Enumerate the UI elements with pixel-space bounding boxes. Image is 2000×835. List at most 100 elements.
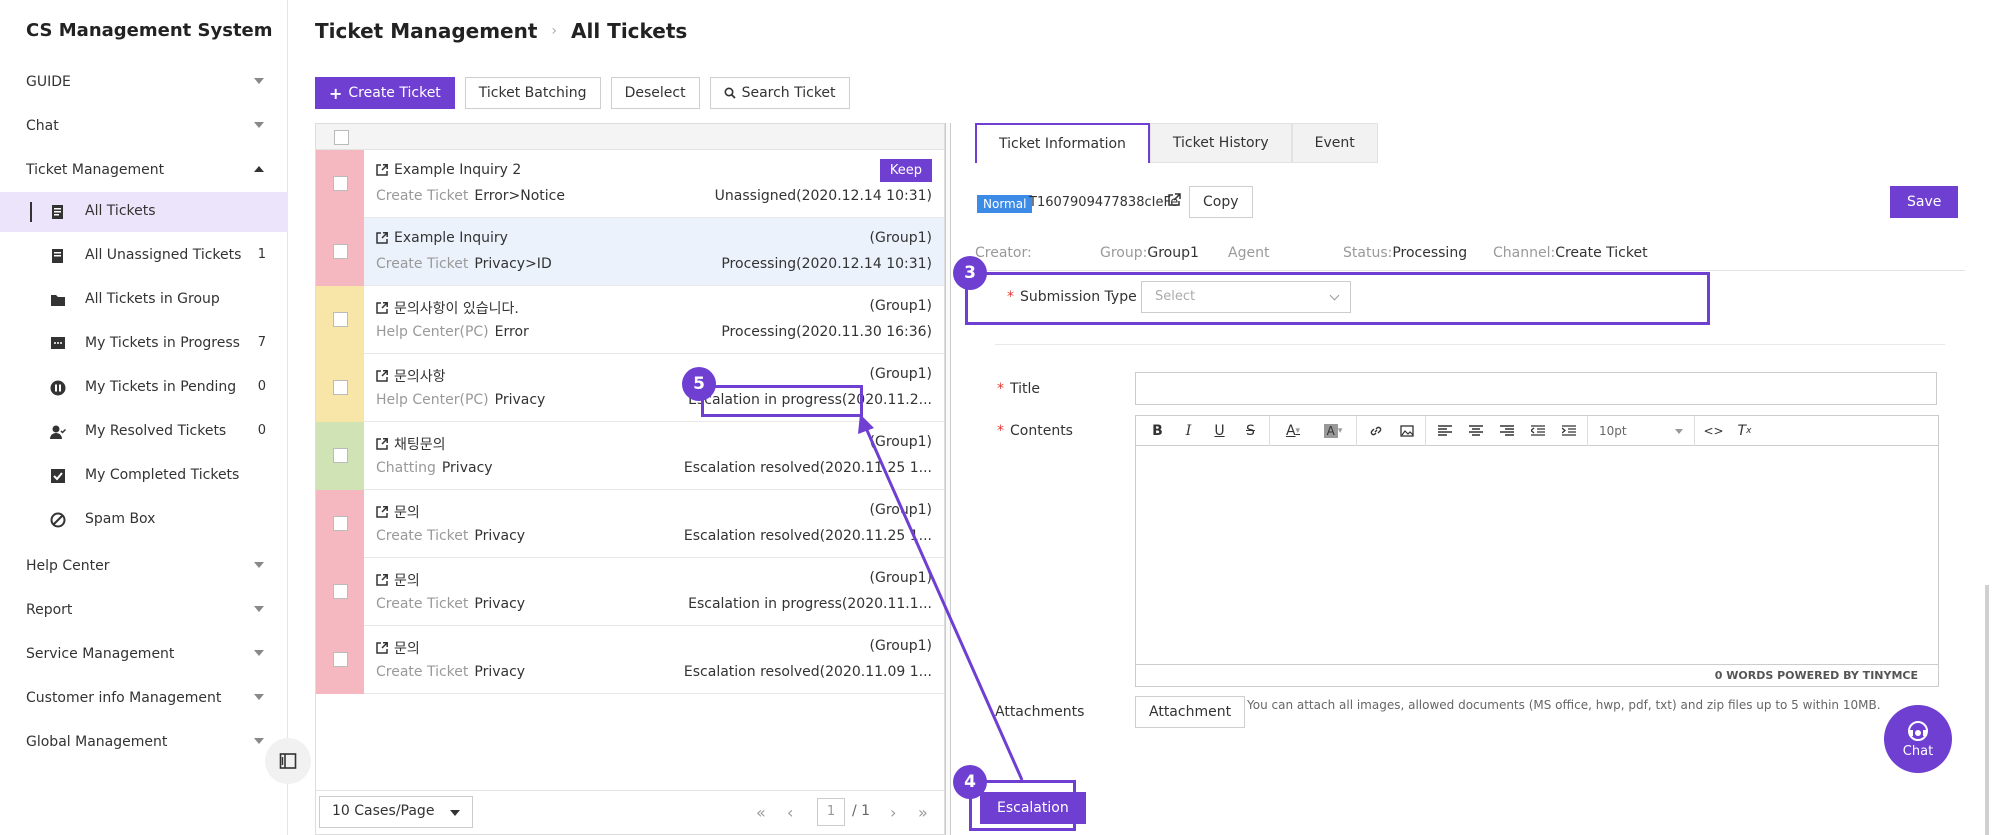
table-row[interactable]: 문의사항이 있습니다. Help Center(PC) Error (Group1… — [316, 286, 944, 354]
ticket-title[interactable]: 문의 — [376, 502, 420, 522]
last-page-icon[interactable]: » — [918, 803, 928, 822]
row-checkbox[interactable] — [333, 516, 348, 531]
panel-splitter[interactable] — [945, 123, 951, 835]
table-row[interactable]: 채팅문의 Chatting Privacy (Group1) Escalation… — [316, 422, 944, 490]
select-all-checkbox[interactable] — [334, 130, 349, 145]
underline-icon[interactable]: U — [1204, 416, 1235, 446]
row-checkbox[interactable] — [333, 652, 348, 667]
italic-icon[interactable]: I — [1173, 416, 1204, 446]
align-left-icon[interactable] — [1429, 416, 1460, 446]
bold-icon[interactable]: B — [1142, 416, 1173, 446]
prev-page-icon[interactable]: ‹ — [787, 803, 793, 822]
link-icon[interactable] — [1360, 416, 1391, 446]
table-row[interactable]: 문의 Create Ticket Privacy (Group1) Escalat… — [316, 558, 944, 626]
sidebar-section-label: Ticket Management — [26, 162, 165, 178]
ticket-title[interactable]: Example Inquiry 2 — [376, 162, 521, 178]
tab-ticket-information[interactable]: Ticket Information — [975, 123, 1150, 163]
row-checkbox[interactable] — [333, 380, 348, 395]
sidebar-collapse-button[interactable] — [265, 738, 311, 784]
keep-badge[interactable]: Keep — [879, 159, 932, 182]
highlight-color-icon[interactable]: A ▾ — [1313, 416, 1353, 446]
clear-format-icon[interactable]: Tx — [1729, 416, 1760, 446]
source-code-icon[interactable]: <> — [1698, 416, 1729, 446]
ticket-title[interactable]: 문의사항이 있습니다. — [376, 298, 519, 318]
chat-fab-button[interactable]: Chat — [1884, 705, 1952, 773]
sidebar-section-ticket-management[interactable]: Ticket Management — [0, 152, 288, 188]
external-link-icon[interactable] — [376, 232, 388, 244]
sidebar-item-unassigned[interactable]: All Unassigned Tickets 1 — [0, 236, 288, 276]
external-link-icon[interactable] — [376, 574, 388, 586]
sidebar-item-count: 0 — [257, 379, 266, 394]
strikethrough-icon[interactable]: S — [1235, 416, 1266, 446]
ticket-batching-button[interactable]: Ticket Batching — [464, 77, 601, 109]
table-row[interactable]: 문의 Create Ticket Privacy (Group1) Escalat… — [316, 490, 944, 558]
save-button[interactable]: Save — [1890, 186, 1959, 218]
sidebar-item-spam[interactable]: Spam Box — [0, 500, 288, 540]
sidebar-section-report[interactable]: Report — [0, 592, 288, 628]
search-icon — [724, 87, 736, 99]
page-size-select[interactable]: 10 Cases/Page — [319, 796, 473, 828]
external-link-icon[interactable] — [376, 438, 388, 450]
row-checkbox[interactable] — [333, 244, 348, 259]
attachment-button[interactable]: Attachment — [1135, 696, 1246, 728]
external-link-icon[interactable] — [376, 302, 388, 314]
ticket-category: Error>Notice — [474, 188, 565, 204]
sidebar-item-pending[interactable]: My Tickets in Pending 0 — [0, 368, 288, 408]
tab-event[interactable]: Event — [1291, 123, 1378, 163]
page-number-input[interactable]: 1 — [817, 798, 845, 826]
folder-icon — [51, 295, 65, 306]
table-row[interactable]: 문의 Create Ticket Privacy (Group1) Escalat… — [316, 626, 944, 694]
ticket-status: Escalation resolved(2020.11.25 1... — [683, 460, 932, 476]
sidebar-section-global-management[interactable]: Global Management — [0, 724, 288, 760]
table-row[interactable]: Example Inquiry 2 Create Ticket Error>Not… — [316, 150, 944, 218]
sidebar-section-chat[interactable]: Chat — [0, 108, 288, 144]
ticket-title[interactable]: 문의 — [376, 570, 420, 590]
ticket-title[interactable]: 문의사항 — [376, 366, 446, 386]
external-link-icon[interactable] — [376, 164, 388, 176]
chevron-down-icon — [254, 78, 264, 84]
search-ticket-button[interactable]: Search Ticket — [709, 77, 850, 109]
detail-scrollbar[interactable] — [1985, 585, 1989, 835]
font-size-select[interactable]: 10pt — [1591, 416, 1691, 446]
row-checkbox[interactable] — [333, 584, 348, 599]
row-checkbox[interactable] — [333, 312, 348, 327]
title-input[interactable] — [1135, 372, 1937, 405]
breadcrumb-parent[interactable]: Ticket Management — [315, 19, 537, 43]
image-icon[interactable] — [1391, 416, 1422, 446]
ticket-source: Help Center(PC) Error — [376, 324, 529, 340]
meta-agent: Agent — [1228, 245, 1270, 261]
deselect-button[interactable]: Deselect — [610, 77, 700, 109]
align-right-icon[interactable] — [1491, 416, 1522, 446]
sidebar-item-label: All Tickets — [85, 203, 156, 219]
ticket-title[interactable]: Example Inquiry — [376, 230, 508, 246]
tab-ticket-history[interactable]: Ticket History — [1149, 123, 1292, 163]
table-row[interactable]: Example Inquiry Create Ticket Privacy>ID … — [316, 218, 944, 286]
contents-editor[interactable]: B I U S A ▾ A ▾ 10pt <> T x 0 WORDS POWE… — [1135, 415, 1939, 687]
external-link-icon[interactable] — [376, 506, 388, 518]
align-center-icon[interactable] — [1460, 416, 1491, 446]
sidebar-section-service-management[interactable]: Service Management — [0, 636, 288, 672]
ticket-group: (Group1) — [869, 298, 932, 314]
outdent-icon[interactable] — [1522, 416, 1553, 446]
ticket-title[interactable]: 문의 — [376, 638, 420, 658]
sidebar-item-completed[interactable]: My Completed Tickets — [0, 456, 288, 496]
external-link-icon[interactable] — [1167, 193, 1181, 207]
indent-icon[interactable] — [1553, 416, 1584, 446]
sidebar-section-help-center[interactable]: Help Center — [0, 548, 288, 584]
create-ticket-button[interactable]: + Create Ticket — [315, 77, 455, 109]
external-link-icon[interactable] — [376, 370, 388, 382]
sidebar-section-guide[interactable]: GUIDE — [0, 64, 288, 100]
sidebar-section-customer-info[interactable]: Customer info Management — [0, 680, 288, 716]
first-page-icon[interactable]: « — [756, 803, 766, 822]
text-color-icon[interactable]: A ▾ — [1273, 416, 1313, 446]
sidebar-item-in-progress[interactable]: My Tickets in Progress 7 — [0, 324, 288, 364]
sidebar-item-resolved[interactable]: My Resolved Tickets 0 — [0, 412, 288, 452]
copy-button[interactable]: Copy — [1189, 186, 1253, 218]
ticket-title[interactable]: 채팅문의 — [376, 434, 446, 454]
external-link-icon[interactable] — [376, 642, 388, 654]
row-checkbox[interactable] — [333, 176, 348, 191]
sidebar-item-all-tickets[interactable]: All Tickets — [0, 192, 288, 232]
row-checkbox[interactable] — [333, 448, 348, 463]
sidebar-item-group-tickets[interactable]: All Tickets in Group — [0, 280, 288, 320]
next-page-icon[interactable]: › — [890, 803, 896, 822]
